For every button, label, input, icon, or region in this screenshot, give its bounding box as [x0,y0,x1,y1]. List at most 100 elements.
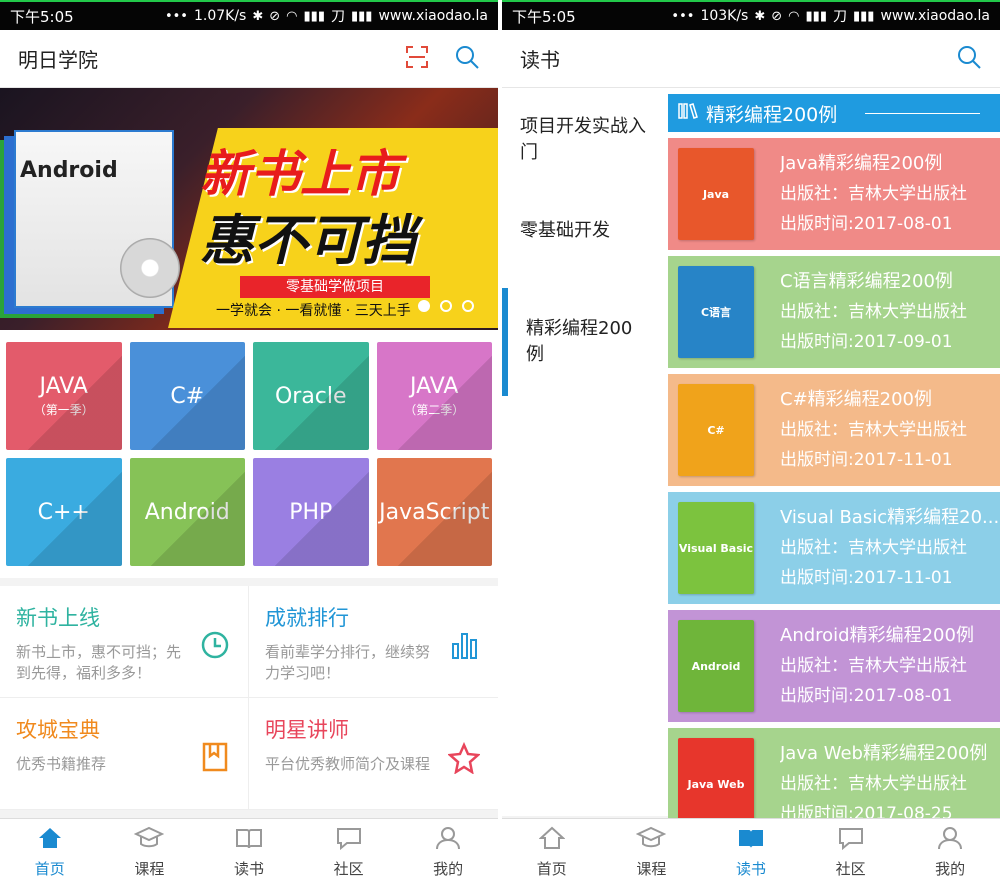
course-tile-android[interactable]: Android [129,458,245,566]
banner-book-label: Android [20,158,118,183]
banner-pill: 零基础学做项目 [240,276,430,298]
feature-desc: 看前辈学分排行，继续努力学习吧！ [265,643,431,682]
carousel-dots[interactable] [418,300,474,312]
nav-read[interactable]: 读书 [701,819,801,886]
book-card[interactable]: Visual Basic Visual Basic精彩编程20... 出版社：吉林大… [668,492,1000,604]
feature-desc: 优秀书籍推荐 [16,755,107,773]
book-publisher: 出版社：吉林大学出版社 [780,302,967,322]
course-name: JAVA [39,374,88,399]
read-titlebar: 读书 [502,30,1000,88]
home-icon [538,826,566,856]
home-icon [37,826,63,856]
banner-slogan: 一学就会 · 一看就懂 · 三天上手 [216,303,411,319]
bottom-nav: 首页 课程 读书 社区 我的 [502,818,1000,886]
course-tile-java-1[interactable]: JAVA （第一季） [6,342,122,450]
course-tile-javascript[interactable]: JavaScript [376,458,492,566]
chat-bubble-icon [837,826,865,856]
search-icon[interactable] [454,44,480,74]
status-bar: 下午5:05 ••• 103K/s ✱ ⊘ ◠ ▮▮▮ 刀 ▮▮▮ www.xi… [502,0,1000,30]
signal-icon: ▮▮▮ [303,8,325,24]
book-cover-image: Android [678,620,754,712]
nav-course[interactable]: 课程 [100,819,200,886]
user-icon [937,826,963,856]
site-watermark: www.xiaodao.la [378,8,488,24]
course-tile-java-2[interactable]: JAVA （第二季） [376,342,492,450]
course-tile-oracle[interactable]: Oracle [253,342,369,450]
carousel-dot-3[interactable] [462,300,474,312]
nav-home-label: 首页 [536,860,567,878]
promo-banner[interactable]: Android 新书上市 惠不可挡 零基础学做项目 一学就会 · 一看就懂 · … [0,88,498,330]
feature-ranking[interactable]: 成就排行 看前辈学分排行，继续努力学习吧！ [249,586,498,698]
nav-community[interactable]: 社区 [299,819,399,886]
book-card[interactable]: Java Java精彩编程200例 出版社：吉林大学出版社 出版时间:2017-08-… [668,138,1000,250]
nav-community[interactable]: 社区 [801,819,901,886]
course-name: Oracle [274,383,347,409]
mute-icon: ⊘ [269,8,281,24]
feature-star-teacher[interactable]: 明星讲师 平台优秀教师简介及课程 [249,698,498,810]
book-date: 出版时间:2017-09-01 [780,332,953,352]
nav-course[interactable]: 课程 [602,819,702,886]
course-tile-csharp[interactable]: C# [129,342,245,450]
book-title: Android精彩编程200例 [780,625,974,646]
nav-home[interactable]: 首页 [0,819,100,886]
book-publisher: 出版社：吉林大学出版社 [780,420,967,440]
graduation-cap-icon [636,826,667,856]
course-name: C# [170,383,205,409]
net-speed: 103K/s [700,8,749,24]
scan-icon[interactable] [404,44,430,74]
category-200-examples[interactable]: 精彩编程200例 [502,288,668,396]
book-publisher: 出版社：吉林大学出版社 [780,184,967,204]
book-open-icon [737,826,765,856]
book-cover-image: C# [678,384,754,476]
search-icon[interactable] [956,44,982,74]
course-grid: JAVA （第一季） C# Oracle JAVA （第二季） C++ Androi… [0,330,498,578]
book-date: 出版时间:2017-11-01 [780,568,953,588]
carousel-dot-1[interactable] [418,300,430,312]
feature-title: 新书上线 [16,606,100,630]
nav-course-label: 课程 [134,860,165,878]
feature-desc: 平台优秀教师简介及课程 [265,755,431,773]
status-bar: 下午5:05 ••• 1.07K/s ✱ ⊘ ◠ ▮▮▮ 刀 ▮▮▮ www.x… [0,0,498,30]
chat-bubble-icon [335,826,363,856]
book-date: 出版时间:2017-08-01 [780,686,953,706]
book-publisher: 出版社：吉林大学出版社 [780,656,967,676]
section-title: 精彩编程200例 [706,103,838,126]
books-icon [678,102,698,125]
signal-icon-2: ▮▮▮ [350,8,373,24]
carousel-dot-2[interactable] [440,300,452,312]
feature-title: 成就排行 [265,606,349,630]
nav-read[interactable]: 读书 [199,819,299,886]
book-card[interactable]: C# C#精彩编程200例 出版社：吉林大学出版社 出版时间:2017-11-01 [668,374,1000,486]
nav-mine[interactable]: 我的 [398,819,498,886]
nav-read-label: 读书 [233,860,264,878]
book-title: Visual Basic精彩编程20... [780,507,1000,528]
home-screen: 下午5:05 ••• 1.07K/s ✱ ⊘ ◠ ▮▮▮ 刀 ▮▮▮ www.x… [0,0,498,886]
course-tile-cpp[interactable]: C++ [6,458,122,566]
category-menu: 项目开发实战入门 零基础开发 精彩编程200例 [502,88,668,816]
signal-icon-2: ▮▮▮ [852,8,875,24]
category-zero-basic[interactable]: 零基础开发 [502,202,668,260]
feature-treasure-book[interactable]: 攻城宝典 优秀书籍推荐 [0,698,249,810]
course-sub: （第二季） [404,403,465,417]
book-date: 出版时间:2017-11-01 [780,450,953,470]
read-screen: 下午5:05 ••• 103K/s ✱ ⊘ ◠ ▮▮▮ 刀 ▮▮▮ www.xi… [502,0,1000,886]
nav-mine[interactable]: 我的 [900,819,1000,886]
page-title: 读书 [520,48,560,72]
wifi-icon: ◠ [788,8,800,24]
nav-mine-label: 我的 [433,860,464,878]
graduation-cap-icon [134,826,165,856]
book-title: Java Web精彩编程200例 [780,743,988,764]
course-tile-php[interactable]: PHP [253,458,369,566]
category-project-dev[interactable]: 项目开发实战入门 [502,98,668,182]
feature-new-books[interactable]: 新书上线 新书上市，惠不可挡；先到先得，福利多多！ [0,586,249,698]
book-cover-image: Visual Basic [678,502,754,594]
book-cover-image: Java Web [678,738,754,830]
book-cover-image: Java [678,148,754,240]
book-card[interactable]: C语言 C语言精彩编程200例 出版社：吉林大学出版社 出版时间:2017-09-01 [668,256,1000,368]
feature-desc: 新书上市，惠不可挡；先到先得，福利多多！ [16,643,182,682]
banner-headline-2: 惠不可挡 [200,209,416,272]
mute-icon: ⊘ [771,8,783,24]
nav-home[interactable]: 首页 [502,819,602,886]
nav-home-label: 首页 [34,860,65,878]
book-card[interactable]: Android Android精彩编程200例 出版社：吉林大学出版社 出版时间:20… [668,610,1000,722]
